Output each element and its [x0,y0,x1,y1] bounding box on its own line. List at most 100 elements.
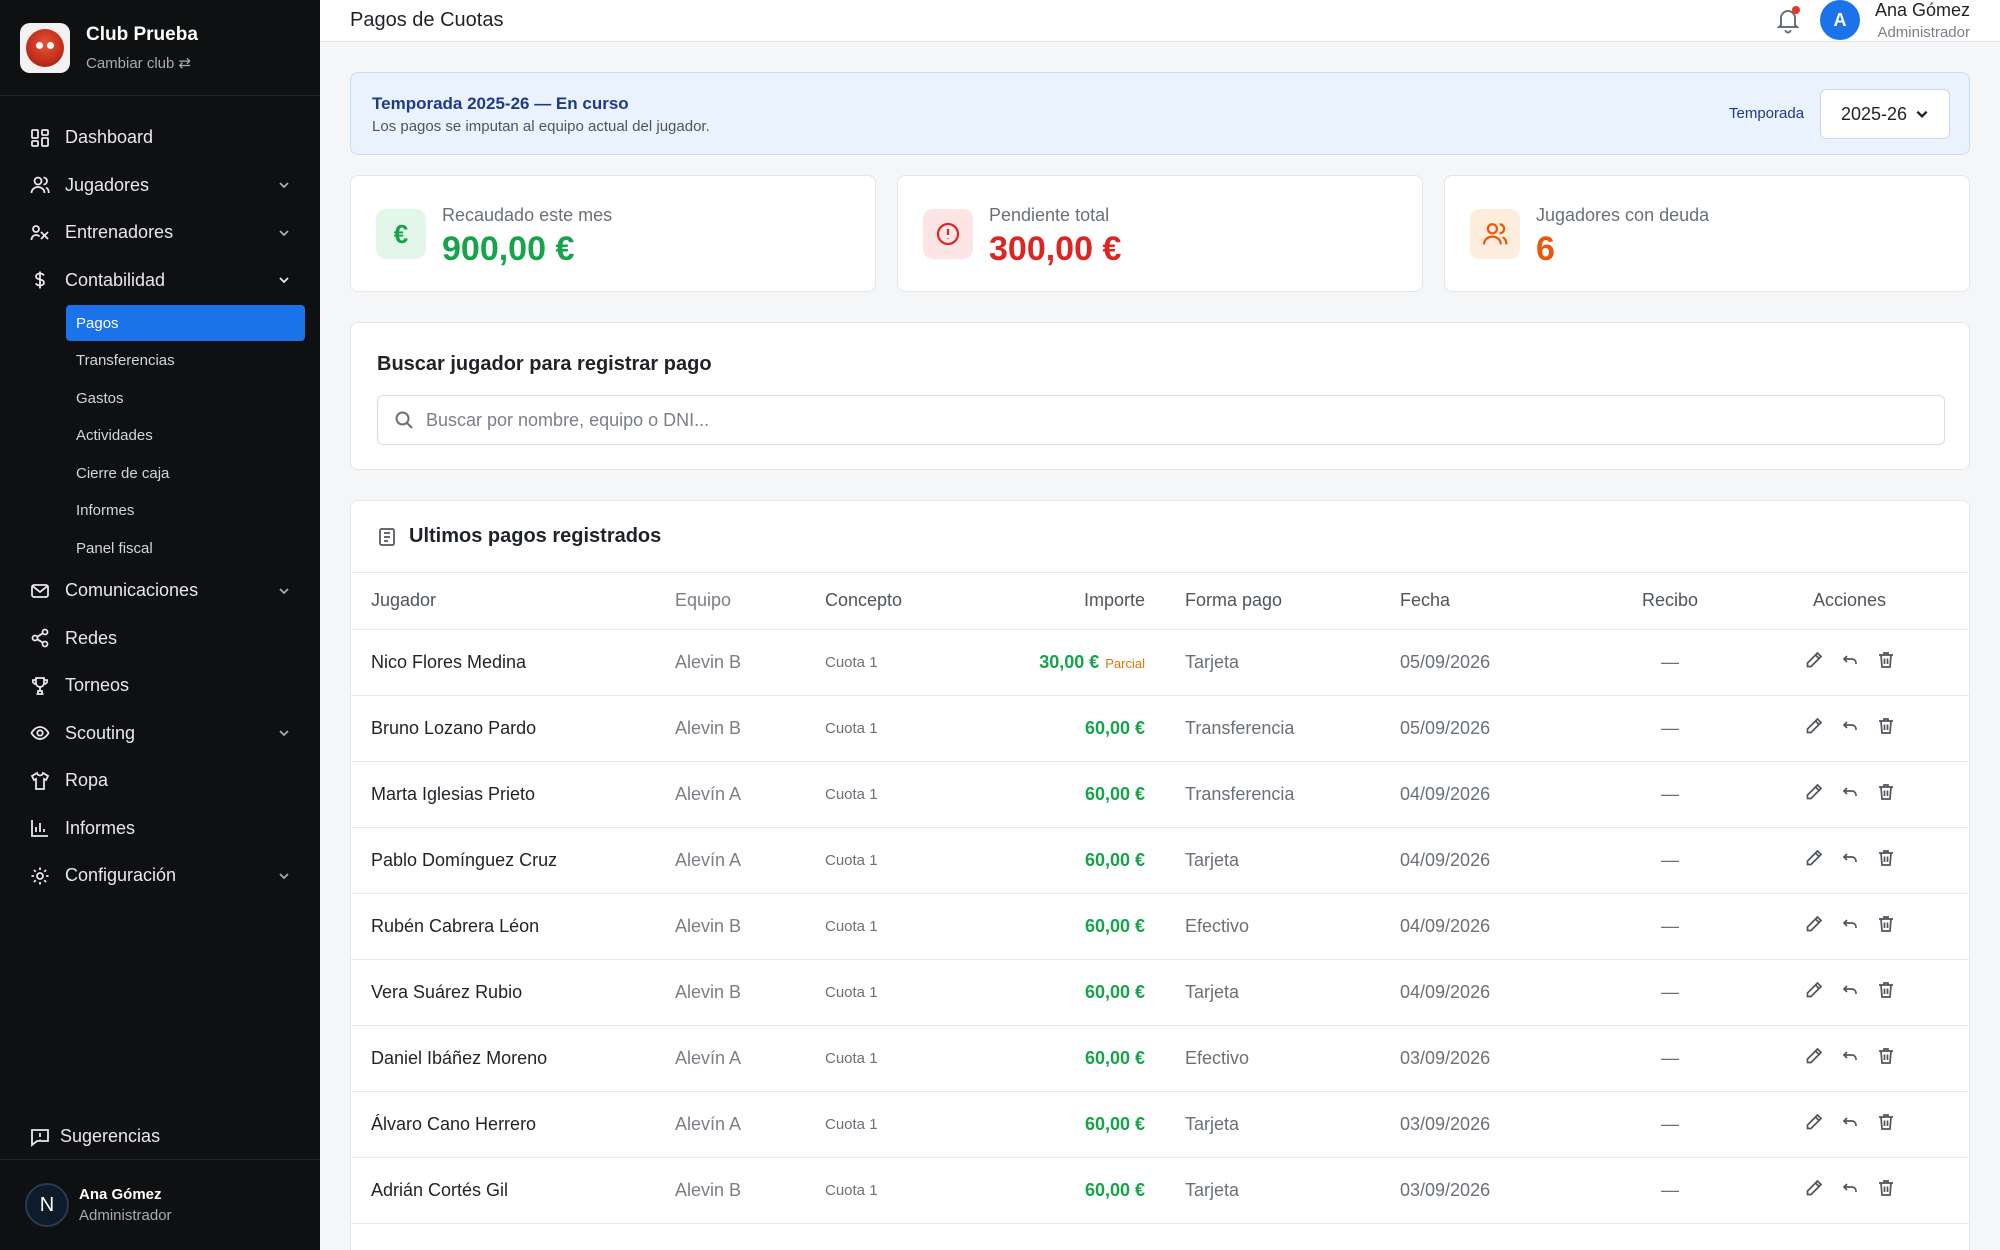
col-forma-pago[interactable]: Forma pago [1185,573,1400,630]
undo-icon[interactable] [1839,715,1861,737]
undo-icon[interactable] [1839,1045,1861,1067]
amount-value: 30,00 € [1039,651,1100,672]
nav-item-redes[interactable]: Redes [0,615,320,663]
cell-actions [1730,1091,1969,1158]
col-jugador[interactable]: Jugador [351,573,675,630]
chevron-down-icon [1916,110,1928,118]
nav-item-scouting[interactable]: Scouting [0,710,320,758]
trash-icon[interactable] [1875,1177,1897,1199]
trash-icon[interactable] [1875,1045,1897,1067]
kpi-value: 6 [1536,230,1555,268]
sub-item-panel-fiscal[interactable]: Panel fiscal [66,530,305,568]
table-row[interactable]: Pablo Domínguez Cruz Alevín A Cuota 1 60,00… [351,827,1969,894]
nav-item-configuracion[interactable]: Configuración [0,852,320,900]
edit-icon[interactable] [1803,1045,1825,1067]
col-fecha[interactable]: Fecha [1400,573,1610,630]
undo-icon[interactable] [1839,847,1861,869]
edit-icon[interactable] [1803,979,1825,1001]
sub-item-informes[interactable]: Informes [66,492,305,530]
table-row[interactable]: Marta Iglesias Prieto Alevín A Cuota 1 60,0… [351,761,1969,828]
search-icon [395,411,413,429]
cell-receipt: — [1610,761,1730,828]
search-input[interactable] [426,409,1826,431]
trash-icon[interactable] [1875,847,1897,869]
nav-item-jugadores[interactable]: Jugadores [0,162,320,210]
undo-icon[interactable] [1839,979,1861,1001]
season-select[interactable]: 2025-26 [1820,89,1950,139]
col-acciones: Acciones [1730,573,1969,630]
chevron-down-icon [278,179,290,191]
users-icon [30,175,50,195]
edit-icon[interactable] [1803,715,1825,737]
user-role: Administrador [1877,24,1970,41]
col-importe[interactable]: Importe [985,573,1185,630]
partial-badge: Parcial [1105,655,1145,671]
change-club-link[interactable]: Cambiar club ⇄ [86,54,198,72]
edit-icon[interactable] [1803,649,1825,671]
trash-icon[interactable] [1875,1111,1897,1133]
dollar-icon [30,270,50,290]
table-row[interactable]: Rubén Cabrera Léon Alevin B Cuota 1 60,00 €… [351,893,1969,960]
amount-value: 60,00 € [1084,1113,1145,1134]
kpi-value: 300,00 € [989,230,1122,268]
notification-dot [1792,6,1800,14]
table-row[interactable]: Daniel Ibáñez Moreno Alevín A Cuota 1 60,00… [351,1025,1969,1092]
sidebar-user[interactable]: N Ana Gómez Administrador [0,1160,320,1250]
trash-icon[interactable] [1875,913,1897,935]
kpi-value: 900,00 € [442,230,575,268]
sub-item-gastos[interactable]: Gastos [66,380,305,418]
notifications-button[interactable] [1774,6,1802,34]
cell-date: 04/09/2026 [1400,959,1610,1026]
club-switcher[interactable]: Club Prueba Cambiar club ⇄ [0,0,320,96]
sub-item-actividades[interactable]: Actividades [66,417,305,455]
nav-item-ropa[interactable]: Ropa [0,757,320,805]
table-row[interactable]: Álvaro Cano Herrero Alevín A Cuota 1 60,00 … [351,1091,1969,1158]
nav-item-dashboard[interactable]: Dashboard [0,114,320,162]
nav-item-informes[interactable]: Informes [0,805,320,853]
edit-icon[interactable] [1803,913,1825,935]
table-row[interactable]: Vera Suárez Rubio Alevin B Cuota 1 60,00 € T… [351,959,1969,1026]
table-row[interactable]: Nico Flores Medina Alevin B Cuota 1 30,00 €… [351,629,1969,696]
cell-receipt: — [1610,893,1730,960]
trash-icon[interactable] [1875,715,1897,737]
col-equipo[interactable]: Equipo [675,573,825,630]
cell-team: Alevin B [675,1157,825,1224]
undo-icon[interactable] [1839,649,1861,671]
sub-item-cierre-de-caja[interactable]: Cierre de caja [66,455,305,493]
cell-date: 05/09/2026 [1400,629,1610,696]
nav-item-torneos[interactable]: Torneos [0,662,320,710]
table-row[interactable]: Adrián Cortés Gil Alevin B Cuota 1 60,00 € T… [351,1157,1969,1224]
cell-receipt: — [1610,959,1730,1026]
kpi-card-collected: € Recaudado este mes 900,00 € [350,175,876,292]
undo-icon[interactable] [1839,1177,1861,1199]
suggestions-link[interactable]: Sugerencias [0,1114,320,1160]
undo-icon[interactable] [1839,913,1861,935]
undo-icon[interactable] [1839,1111,1861,1133]
edit-icon[interactable] [1803,1177,1825,1199]
cell-actions [1730,761,1969,828]
sub-item-transferencias[interactable]: Transferencias [66,342,305,380]
user-avatar[interactable]: A [1820,0,1860,40]
user-menu[interactable]: Ana Gómez Administrador [1875,0,1970,41]
table-row[interactable]: Bruno Lozano Pardo Alevin B Cuota 1 60,00 €… [351,695,1969,762]
cell-amount: 60,00 € [985,695,1185,762]
sub-item-pagos[interactable]: Pagos [66,305,305,341]
trash-icon[interactable] [1875,649,1897,671]
search-box[interactable] [377,395,1945,445]
nav-item-contabilidad[interactable]: Contabilidad [0,257,320,305]
trash-icon[interactable] [1875,979,1897,1001]
undo-icon[interactable] [1839,781,1861,803]
cell-concept: Cuota 1 [825,761,985,828]
chevron-down-icon [278,727,290,739]
edit-icon[interactable] [1803,847,1825,869]
cell-amount: 60,00 € [985,827,1185,894]
edit-icon[interactable] [1803,781,1825,803]
edit-icon[interactable] [1803,1111,1825,1133]
cell-concept: Cuota 1 [825,629,985,696]
cell-concept: Cuota 1 [825,695,985,762]
trash-icon[interactable] [1875,781,1897,803]
nav-item-comunicaciones[interactable]: Comunicaciones [0,567,320,615]
col-concepto[interactable]: Concepto [825,573,985,630]
cell-concept: Cuota 1 [825,893,985,960]
nav-item-entrenadores[interactable]: Entrenadores [0,209,320,257]
